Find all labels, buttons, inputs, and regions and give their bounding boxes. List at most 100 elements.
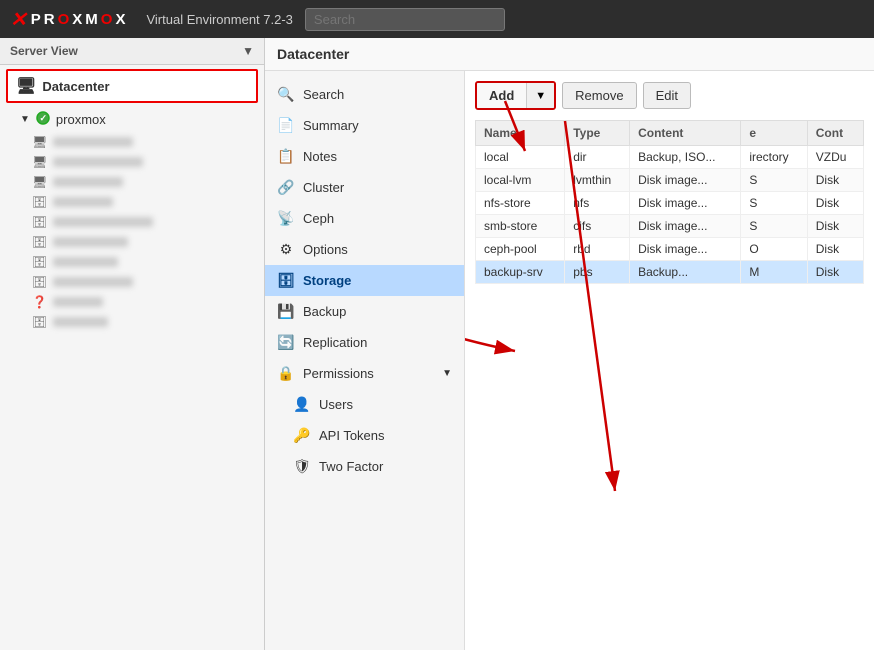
logo: ✕ PROXMOX bbox=[10, 7, 128, 32]
unknown-icon: ❓ bbox=[32, 295, 47, 309]
row-cont: VZDu bbox=[807, 146, 863, 169]
row-name: backup-srv bbox=[476, 261, 565, 284]
add-button[interactable]: Add bbox=[477, 83, 526, 108]
storage-icon-2: 🗄 bbox=[32, 215, 47, 229]
col-path: e bbox=[741, 121, 807, 146]
col-name: Name bbox=[476, 121, 565, 146]
storage-label-blur-5 bbox=[53, 277, 133, 287]
row-cont: Disk bbox=[807, 238, 863, 261]
sidebar-item-storage[interactable]: 🗄 Storage bbox=[265, 265, 464, 296]
row-path: irectory bbox=[741, 146, 807, 169]
nav-two-factor-label: Two Factor bbox=[319, 459, 383, 474]
col-type: Type bbox=[565, 121, 630, 146]
vm-icon: 🖥 bbox=[32, 135, 47, 149]
row-type: rbd bbox=[565, 238, 630, 261]
row-name: local-lvm bbox=[476, 169, 565, 192]
row-path: M bbox=[741, 261, 807, 284]
row-name: local bbox=[476, 146, 565, 169]
server-expand-icon: ▼ bbox=[20, 114, 30, 125]
server-item[interactable]: ▼ ✓ proxmox bbox=[0, 107, 264, 132]
nav-notes-label: Notes bbox=[303, 149, 337, 164]
sidebar-item-permissions[interactable]: 🔒 Permissions ▼ bbox=[265, 358, 464, 389]
table-row[interactable]: local-lvm lvmthin Disk image... S Disk bbox=[476, 169, 864, 192]
edit-button[interactable]: Edit bbox=[643, 82, 691, 109]
list-item[interactable]: 🗄 bbox=[0, 232, 264, 252]
list-item[interactable]: 🖥 bbox=[0, 132, 264, 152]
storage-nav-icon: 🗄 bbox=[277, 272, 295, 289]
sidebar-item-summary[interactable]: 📄 Summary bbox=[265, 110, 464, 141]
unknown-label-blur bbox=[53, 297, 103, 307]
topbar: ✕ PROXMOX Virtual Environment 7.2-3 bbox=[0, 0, 874, 38]
table-row[interactable]: local dir Backup, ISO... irectory VZDu bbox=[476, 146, 864, 169]
list-item[interactable]: 🖥 bbox=[0, 152, 264, 172]
breadcrumb: Datacenter bbox=[265, 38, 874, 71]
row-path: S bbox=[741, 215, 807, 238]
sidebar-item-search[interactable]: 🔍 Search bbox=[265, 79, 464, 110]
server-label: proxmox bbox=[56, 112, 106, 127]
list-item[interactable]: 🗄 bbox=[0, 212, 264, 232]
row-content: Backup... bbox=[630, 261, 741, 284]
list-item[interactable]: 🗄 bbox=[0, 252, 264, 272]
col-cont: Cont bbox=[807, 121, 863, 146]
datacenter-label: Datacenter bbox=[42, 79, 109, 94]
nav-permissions-label: Permissions bbox=[303, 366, 374, 381]
table-row[interactable]: nfs-store nfs Disk image... S Disk bbox=[476, 192, 864, 215]
backup-icon: 💾 bbox=[277, 303, 295, 320]
nav-storage-label: Storage bbox=[303, 273, 351, 288]
remove-button[interactable]: Remove bbox=[562, 82, 636, 109]
notes-icon: 📋 bbox=[277, 148, 295, 165]
table-row[interactable]: smb-store cifs Disk image... S Disk bbox=[476, 215, 864, 238]
list-item[interactable]: 🗄 bbox=[0, 312, 264, 332]
nav-options-label: Options bbox=[303, 242, 348, 257]
sidebar-item-two-factor[interactable]: 🛡 Two Factor bbox=[265, 451, 464, 482]
table-row[interactable]: backup-srv pbs Backup... M Disk bbox=[476, 261, 864, 284]
list-item[interactable]: 🖥 bbox=[0, 172, 264, 192]
list-item[interactable]: 🗄 bbox=[0, 192, 264, 212]
nav-panel: 🔍 Search 📄 Summary 📋 Notes 🔗 Cluster 📡 bbox=[265, 71, 465, 650]
row-content: Backup, ISO... bbox=[630, 146, 741, 169]
list-item[interactable]: ❓ bbox=[0, 292, 264, 312]
row-type: lvmthin bbox=[565, 169, 630, 192]
row-content: Disk image... bbox=[630, 192, 741, 215]
sidebar-header: Server View ▼ bbox=[0, 38, 264, 65]
row-content: Disk image... bbox=[630, 215, 741, 238]
row-type: cifs bbox=[565, 215, 630, 238]
server-status-icon: ✓ bbox=[36, 111, 50, 128]
row-path: O bbox=[741, 238, 807, 261]
sidebar-item-replication[interactable]: 🔄 Replication bbox=[265, 327, 464, 358]
content-area: Datacenter 🔍 Search 📄 Summary 📋 Notes 🔗 bbox=[265, 38, 874, 650]
vm-label-blur bbox=[53, 137, 133, 147]
ceph-icon: 📡 bbox=[277, 210, 295, 227]
options-icon: ⚙ bbox=[277, 241, 295, 258]
sidebar-item-ceph[interactable]: 📡 Ceph bbox=[265, 203, 464, 234]
app-title: Virtual Environment 7.2-3 bbox=[146, 12, 292, 27]
sidebar-item-api-tokens[interactable]: 🔑 API Tokens bbox=[265, 420, 464, 451]
sidebar-item-cluster[interactable]: 🔗 Cluster bbox=[265, 172, 464, 203]
logo-text: PROXMOX bbox=[31, 11, 129, 28]
row-name: nfs-store bbox=[476, 192, 565, 215]
nav-search-label: Search bbox=[303, 87, 344, 102]
sidebar-item-users[interactable]: 👤 Users bbox=[265, 389, 464, 420]
sidebar-item-backup[interactable]: 💾 Backup bbox=[265, 296, 464, 327]
storage-icon-1: 🗄 bbox=[32, 195, 47, 209]
add-dropdown-arrow[interactable]: ▼ bbox=[526, 83, 554, 108]
two-factor-icon: 🛡 bbox=[293, 458, 311, 475]
sidebar-item-notes[interactable]: 📋 Notes bbox=[265, 141, 464, 172]
vm-label-blur-3 bbox=[53, 177, 123, 187]
datacenter-item[interactable]: 🖥 Datacenter bbox=[6, 69, 258, 103]
sidebar-item-options[interactable]: ⚙ Options bbox=[265, 234, 464, 265]
col-content: Content bbox=[630, 121, 741, 146]
list-item[interactable]: 🗄 bbox=[0, 272, 264, 292]
row-cont: Disk bbox=[807, 169, 863, 192]
storage-label-blur-1 bbox=[53, 197, 113, 207]
nav-users-label: Users bbox=[319, 397, 353, 412]
storage-icon-5: 🗄 bbox=[32, 275, 47, 289]
sidebar-collapse-icon[interactable]: ▼ bbox=[242, 44, 254, 58]
search-input[interactable] bbox=[305, 8, 505, 31]
table-row[interactable]: ceph-pool rbd Disk image... O Disk bbox=[476, 238, 864, 261]
users-icon: 👤 bbox=[293, 396, 311, 413]
nav-api-label: API Tokens bbox=[319, 428, 385, 443]
datacenter-icon: 🖥 bbox=[16, 76, 36, 96]
row-content: Disk image... bbox=[630, 169, 741, 192]
logo-x: ✕ bbox=[10, 7, 27, 32]
